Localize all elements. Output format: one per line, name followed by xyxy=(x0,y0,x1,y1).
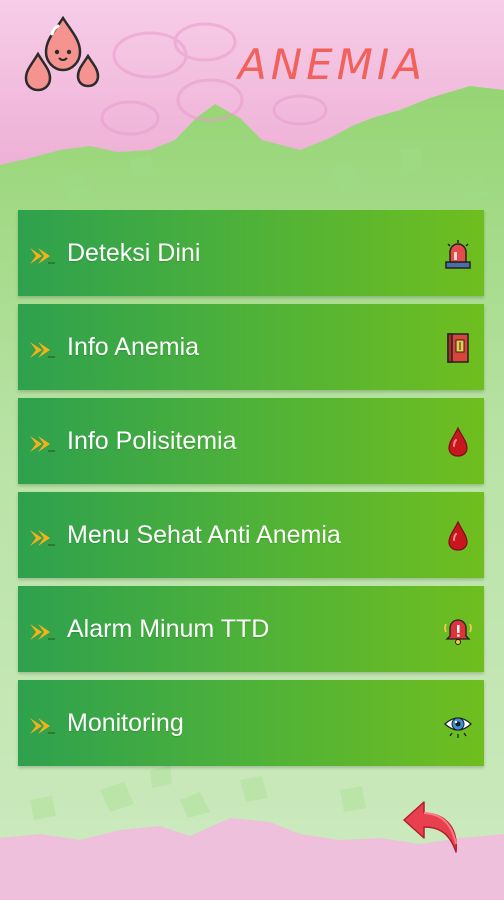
back-arrow-icon[interactable] xyxy=(402,794,464,856)
menu-item-info-polisitemia[interactable]: Info Polisitemia xyxy=(18,398,484,484)
menu-item-deteksi-dini[interactable]: Deteksi Dini xyxy=(18,210,484,296)
menu-item-menu-sehat[interactable]: Menu Sehat Anti Anemia xyxy=(18,492,484,578)
menu-item-label: Info Polisitemia xyxy=(67,426,237,455)
menu-item-alarm-minum-ttd[interactable]: Alarm Minum TTD xyxy=(18,586,484,672)
chevron-right-icon xyxy=(30,342,55,358)
chevron-right-icon xyxy=(30,248,55,264)
menu-item-label: Deteksi Dini xyxy=(67,238,201,267)
app-title: ANEMIA xyxy=(238,40,427,89)
menu-item-label: Menu Sehat Anti Anemia xyxy=(67,520,341,549)
menu-item-label: Monitoring xyxy=(67,708,184,737)
chevron-right-icon xyxy=(30,624,55,640)
menu-item-monitoring[interactable]: Monitoring xyxy=(18,680,484,766)
alarm-bell-icon xyxy=(444,619,472,645)
blood-drop-icon xyxy=(448,426,468,457)
blood-drop-icon xyxy=(448,520,468,551)
chevron-right-icon xyxy=(30,436,55,452)
chevron-right-icon xyxy=(30,718,55,734)
siren-icon xyxy=(445,240,471,269)
book-icon xyxy=(447,333,469,363)
blood-drops-logo-icon xyxy=(24,15,100,92)
menu-item-label: Alarm Minum TTD xyxy=(67,614,270,643)
chevron-right-icon xyxy=(30,530,55,546)
menu-item-info-anemia[interactable]: Info Anemia xyxy=(18,304,484,390)
menu-item-label: Info Anemia xyxy=(67,332,200,361)
eye-icon xyxy=(444,717,472,738)
main-menu: Deteksi Dini Info Anemia Info Polisitemi… xyxy=(18,210,484,774)
